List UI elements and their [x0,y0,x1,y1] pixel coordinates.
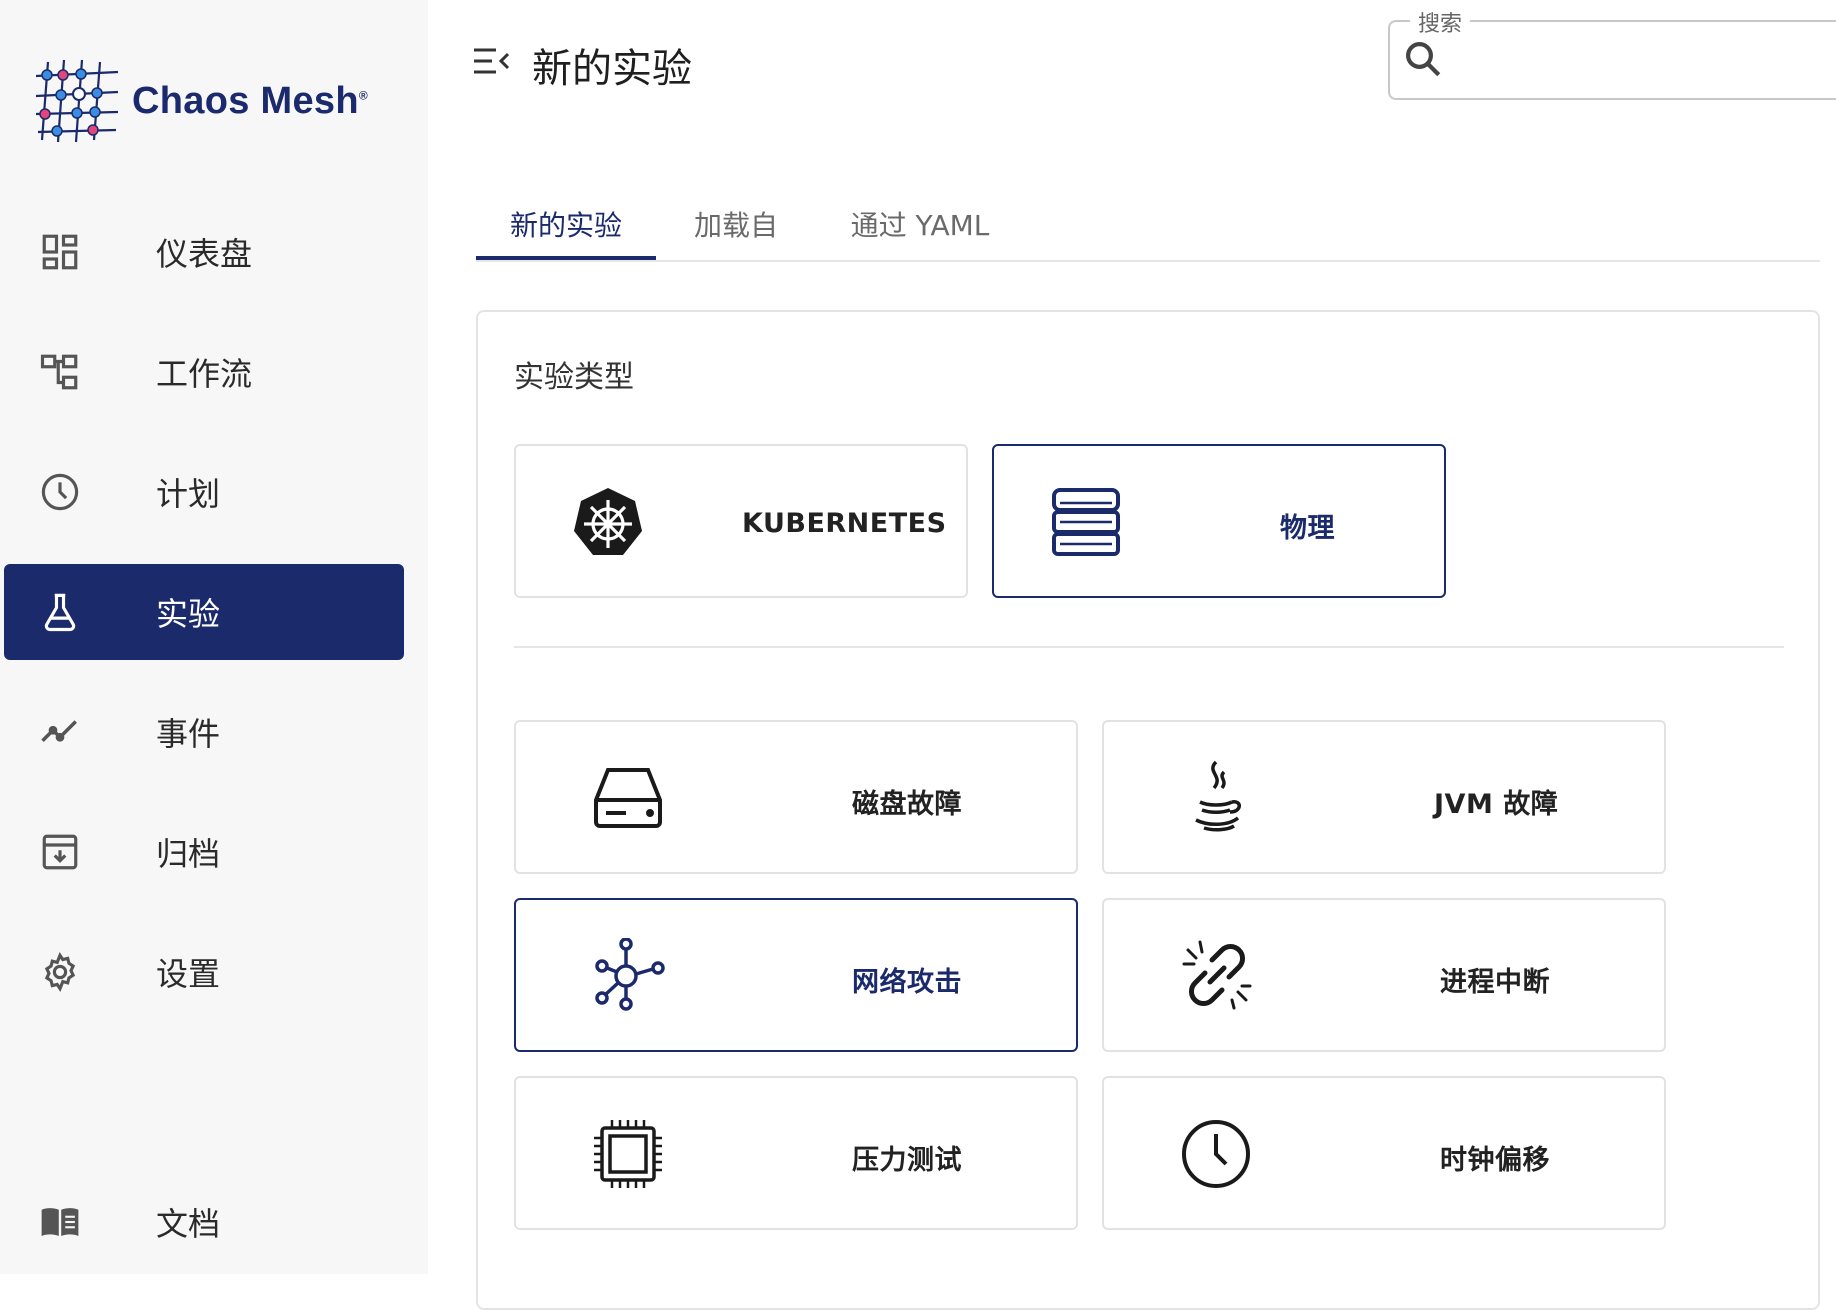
sidebar-item-events[interactable]: 事件 [4,684,404,780]
tab-bar: 新的实验 加载自 通过 YAML [476,186,1820,262]
book-icon [38,1200,82,1244]
app-logo[interactable]: Chaos Mesh® [34,56,368,146]
card-label: KUBERNETES [742,508,947,539]
archive-icon [38,830,82,874]
app-name: Chaos Mesh® [132,79,368,122]
sidebar: Chaos Mesh® 仪表盘 工作流 计划 实验 事件 归档 设置 文档 [0,0,428,1274]
kubernetes-icon [572,486,644,558]
fault-card-network[interactable]: 网络攻击 [514,898,1078,1052]
sidebar-item-label: 实验 [156,595,221,633]
sidebar-item-workflow[interactable]: 工作流 [4,324,404,420]
java-icon [1180,758,1252,834]
fault-card-disk[interactable]: 磁盘故障 [514,720,1078,874]
network-hub-icon [592,938,666,1012]
sidebar-item-label: 归档 [156,835,221,873]
search-input[interactable] [1456,30,1826,86]
fault-card-process[interactable]: 进程中断 [1102,898,1666,1052]
search-icon [1402,38,1444,80]
sidebar-item-label: 设置 [156,955,221,993]
sidebar-item-label: 计划 [156,475,221,513]
card-label: 进程中断 [1440,967,1550,998]
sidebar-item-experiments[interactable]: 实验 [4,564,404,660]
server-stack-icon [1050,486,1122,558]
workflow-icon [38,350,82,394]
tab-load-from[interactable]: 加载自 [676,186,796,262]
env-card-kubernetes[interactable]: KUBERNETES [514,444,968,598]
divider [514,646,1784,648]
tab-by-yaml[interactable]: 通过 YAML [830,186,1010,262]
broken-link-icon [1180,938,1254,1012]
card-label: 网络攻击 [852,967,962,998]
flask-icon [38,590,82,634]
gear-icon [38,950,82,994]
tab-active-indicator [476,256,656,260]
card-label: JVM 故障 [1434,789,1559,820]
sidebar-item-settings[interactable]: 设置 [4,924,404,1020]
hard-drive-icon [592,766,664,828]
fault-card-jvm[interactable]: JVM 故障 [1102,720,1666,874]
sidebar-item-schedule[interactable]: 计划 [4,444,404,540]
sidebar-item-label: 文档 [156,1205,221,1243]
env-card-physical[interactable]: 物理 [992,444,1446,598]
page-title: 新的实验 [532,46,692,92]
sidebar-item-archives[interactable]: 归档 [4,804,404,900]
chaos-mesh-logo-icon [35,59,119,143]
events-line-icon [38,710,82,754]
sidebar-item-label: 事件 [156,715,221,753]
tab-new-experiment[interactable]: 新的实验 [476,186,656,262]
sidebar-item-docs[interactable]: 文档 [4,1174,404,1270]
clock-icon [38,470,82,514]
sidebar-item-label: 工作流 [156,355,253,393]
card-label: 时钟偏移 [1440,1145,1550,1176]
card-label: 磁盘故障 [852,789,962,820]
card-label: 物理 [1280,513,1335,544]
cpu-chip-icon [592,1118,664,1190]
menu-collapse-icon[interactable] [472,44,512,78]
sidebar-item-label: 仪表盘 [156,235,253,273]
card-label: 压力测试 [852,1145,962,1176]
sidebar-item-dashboard[interactable]: 仪表盘 [4,204,404,300]
fault-card-time[interactable]: 时钟偏移 [1102,1076,1666,1230]
section-title: 实验类型 [514,360,634,395]
fault-card-stress[interactable]: 压力测试 [514,1076,1078,1230]
dashboard-icon [38,230,82,274]
clock-icon [1180,1118,1252,1190]
